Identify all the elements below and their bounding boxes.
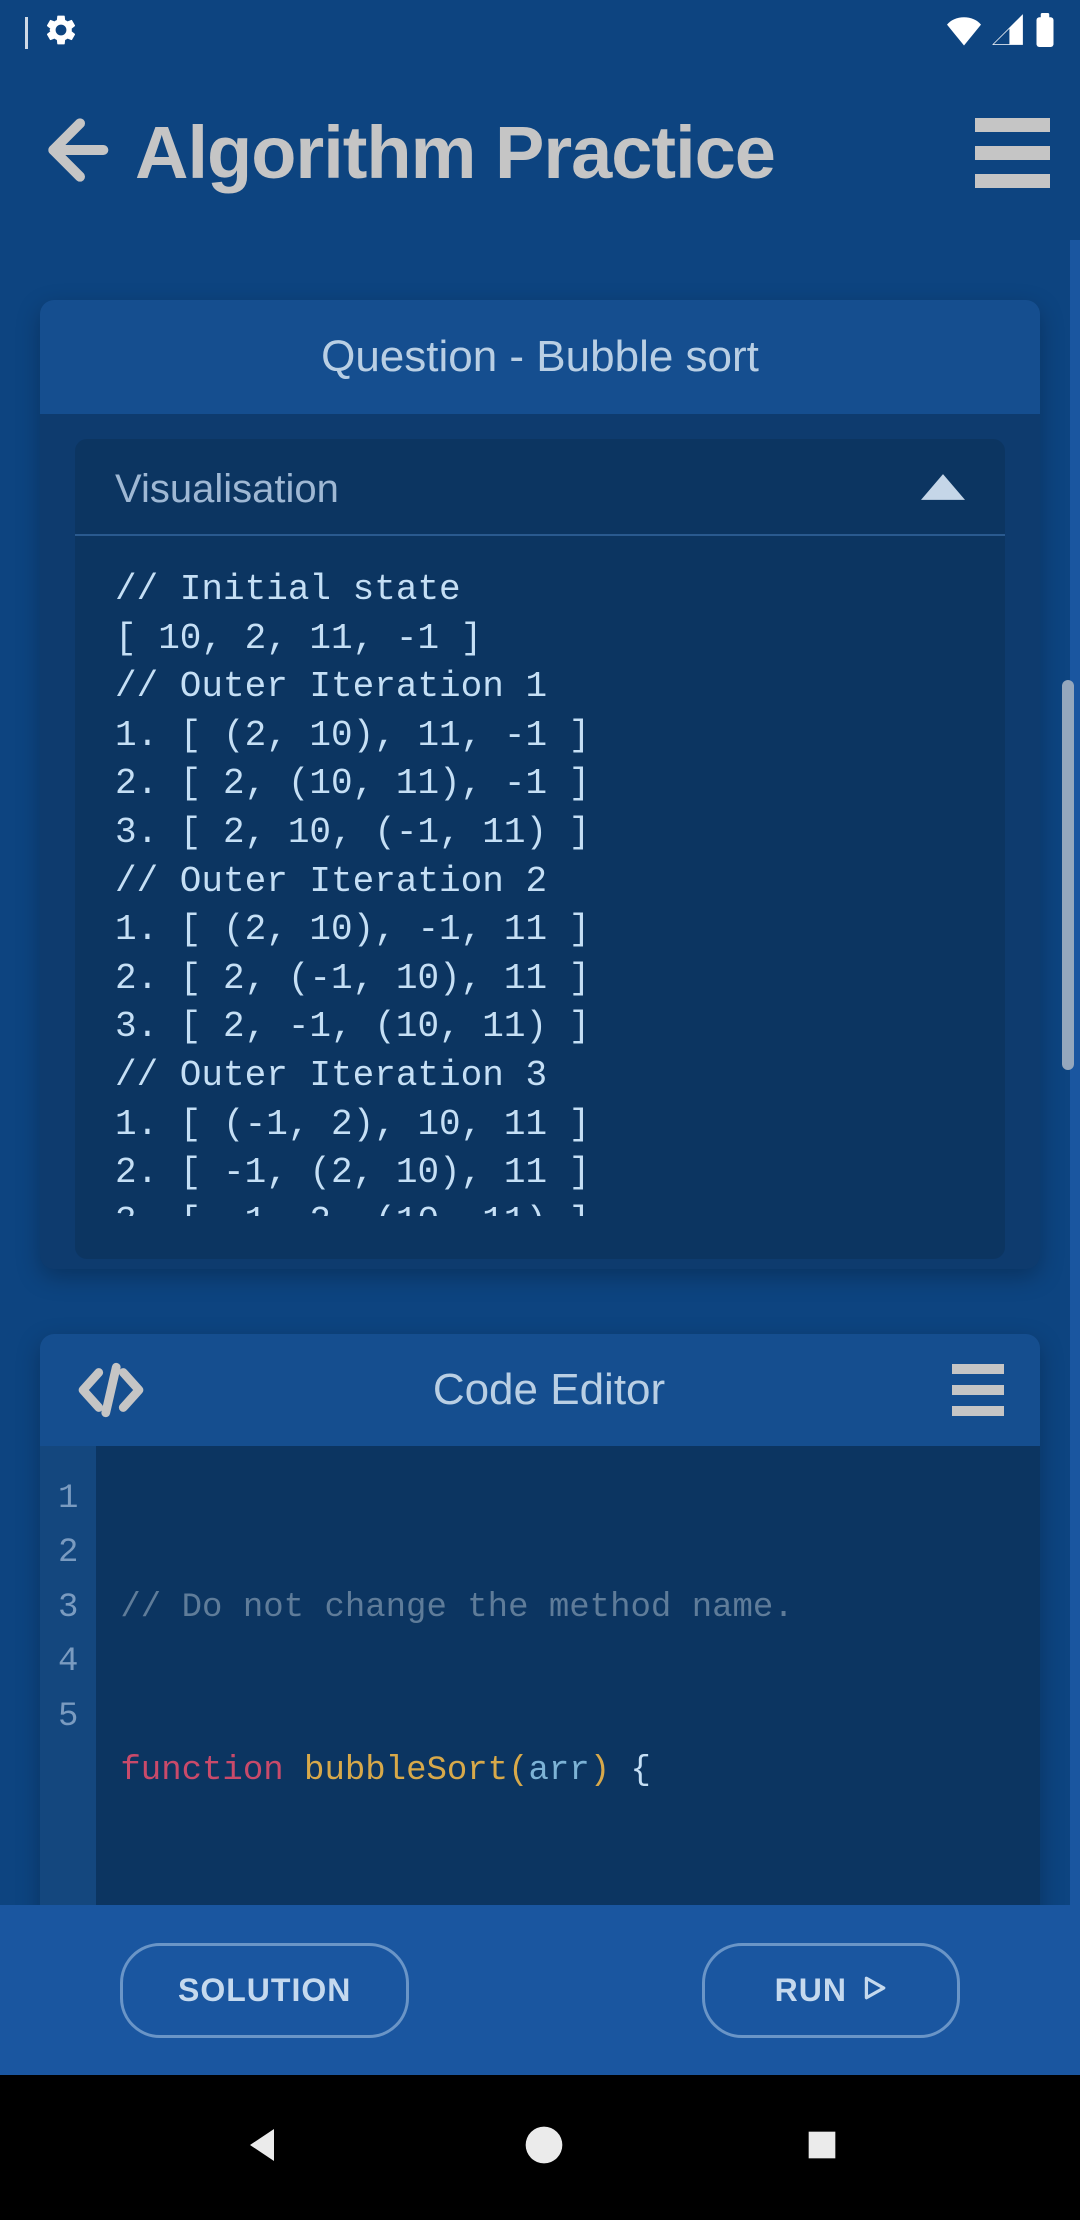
app-header: Algorithm Practice <box>0 65 1080 240</box>
nav-home-icon[interactable] <box>522 2123 566 2172</box>
page-title: Algorithm Practice <box>135 110 950 195</box>
line-number: 5 <box>58 1690 78 1744</box>
code-editor-header: Code Editor <box>40 1334 1040 1446</box>
nav-back-icon[interactable] <box>238 2121 286 2174</box>
code-icon <box>76 1362 146 1418</box>
wifi-icon <box>947 13 981 52</box>
system-navbar <box>0 2075 1080 2220</box>
visualisation-title: Visualisation <box>115 467 339 512</box>
editor-menu-icon[interactable] <box>952 1364 1004 1416</box>
play-icon <box>861 1972 887 2009</box>
line-number: 3 <box>58 1581 78 1635</box>
run-button-label: RUN <box>775 1972 847 2009</box>
code-line: // Do not change the method name. <box>120 1581 1020 1635</box>
status-bar <box>0 0 1080 65</box>
question-header: Question - Bubble sort <box>40 300 1040 414</box>
run-button[interactable]: RUN <box>702 1943 960 2038</box>
menu-icon[interactable] <box>975 118 1050 188</box>
visualisation-scrollbar[interactable] <box>1062 680 1074 1070</box>
content-area: Question - Bubble sort Visualisation // … <box>0 240 1080 1905</box>
solution-button-label: SOLUTION <box>178 1972 351 2009</box>
line-number-gutter: 1 2 3 4 5 <box>40 1446 96 1905</box>
visualisation-body[interactable]: // Initial state [ 10, 2, 11, -1 ] // Ou… <box>75 536 1005 1216</box>
chevron-up-icon[interactable] <box>921 473 965 506</box>
status-left <box>25 12 79 53</box>
line-number: 1 <box>58 1472 78 1526</box>
solution-button[interactable]: SOLUTION <box>120 1943 409 2038</box>
page-scrollbar-track[interactable] <box>1070 240 1080 1905</box>
line-number: 2 <box>58 1526 78 1580</box>
visualisation-section: Visualisation // Initial state [ 10, 2, … <box>40 414 1040 1269</box>
line-number: 4 <box>58 1635 78 1689</box>
status-indicator-icon <box>25 17 28 49</box>
question-card: Question - Bubble sort Visualisation // … <box>40 300 1040 1269</box>
battery-icon <box>1035 13 1055 52</box>
nav-recents-icon[interactable] <box>802 2125 842 2170</box>
code-editor-body[interactable]: 1 2 3 4 5 // Do not change the method na… <box>40 1446 1040 1905</box>
back-arrow-icon[interactable] <box>30 110 110 195</box>
footer-bar: SOLUTION RUN <box>0 1905 1080 2075</box>
cell-signal-icon <box>991 13 1025 52</box>
gear-icon <box>43 12 79 53</box>
code-text-area[interactable]: // Do not change the method name. functi… <box>96 1446 1040 1905</box>
status-right <box>947 13 1055 52</box>
code-line: function bubbleSort(arr) { <box>120 1744 1020 1798</box>
visualisation-panel: Visualisation // Initial state [ 10, 2, … <box>75 439 1005 1259</box>
code-editor-title: Code Editor <box>146 1365 952 1415</box>
code-editor-card: Code Editor 1 2 3 4 5 // Do not change t… <box>40 1334 1040 1905</box>
visualisation-header[interactable]: Visualisation <box>75 439 1005 536</box>
